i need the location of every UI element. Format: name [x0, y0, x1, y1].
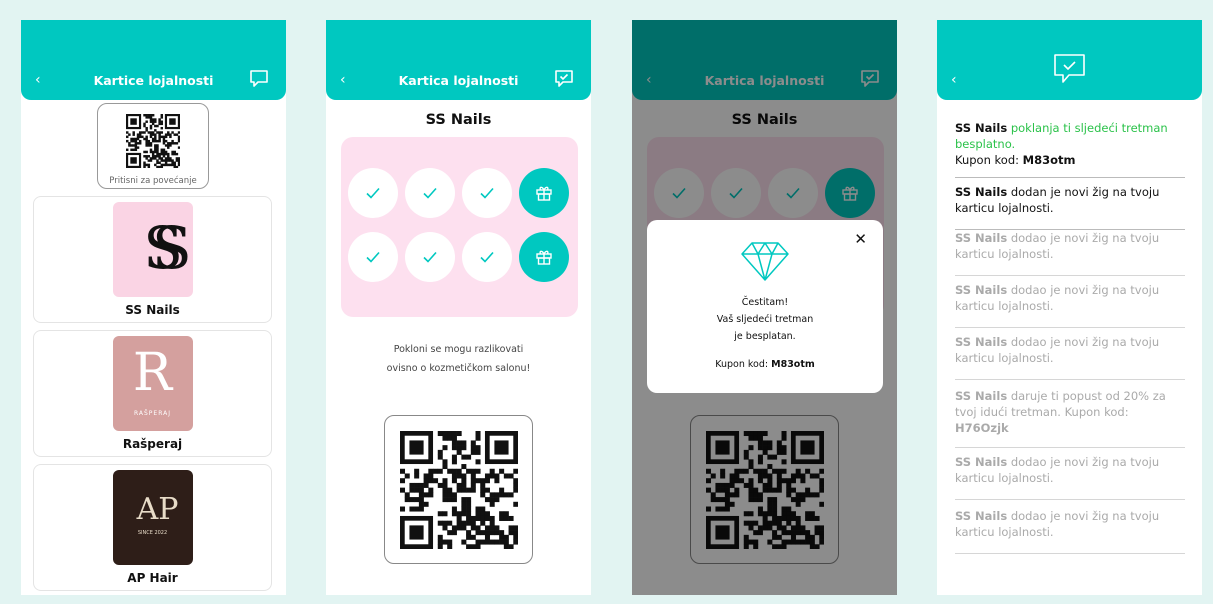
notification-salon: SS Nails	[955, 455, 1008, 469]
logo-subtext: RAŠPERAJ	[133, 410, 172, 417]
header: ‹ Kartice lojalnosti	[21, 20, 286, 100]
close-button[interactable]: ✕	[854, 230, 867, 248]
message-line: Čestitam!	[741, 297, 789, 308]
notification-item[interactable]: SS Nails poklanja ti sljedeći tretman be…	[955, 120, 1185, 178]
qr-code-icon	[399, 430, 518, 549]
ap-hair-logo: AP SINCE 2022	[112, 470, 193, 565]
notification-item[interactable]: SS Nails daruje ti popust od 20% za tvoj…	[955, 388, 1185, 448]
chat-check-icon[interactable]	[553, 68, 575, 90]
notification-item[interactable]: SS Nails dodao je novi žig na tvoju kart…	[955, 508, 1185, 554]
loyalty-card-rasperaj[interactable]: R RAŠPERAJ Rašperaj	[33, 330, 272, 457]
notification-item[interactable]: SS Nails dodao je novi žig na tvoju kart…	[955, 282, 1185, 328]
card-name: AP Hair	[127, 571, 178, 585]
card-name: SS Nails	[125, 303, 180, 317]
page-title: Kartice lojalnosti	[93, 73, 214, 88]
logo-text: AP	[136, 492, 179, 527]
gift-stamp	[519, 232, 569, 282]
qr-code[interactable]	[384, 415, 533, 564]
notification-item[interactable]: SS Nails dodao je novi žig na tvoju kart…	[955, 334, 1185, 380]
coupon-value: M83otm	[1022, 153, 1076, 167]
check-icon	[366, 187, 380, 199]
notification-item[interactable]: SS Nails dodao je novi žig na tvoju kart…	[955, 454, 1185, 500]
logo-text: SS	[143, 214, 191, 282]
card-name: Rašperaj	[122, 437, 183, 451]
notification-salon: SS Nails	[955, 231, 1008, 245]
notification-salon: SS Nails	[955, 185, 1008, 199]
stamp-grid	[341, 137, 578, 317]
rasperaj-logo: R RAŠPERAJ	[112, 336, 193, 431]
check-stamp	[348, 168, 398, 218]
check-stamp	[405, 232, 455, 282]
coupon-code: Kupon kod: M83otm	[647, 359, 883, 370]
diamond-icon	[741, 242, 789, 281]
qr-caption: Pritisni za povećanje	[109, 176, 197, 186]
check-stamp	[462, 168, 512, 218]
page-title: Kartica lojalnosti	[398, 73, 519, 88]
notification-salon: SS Nails	[955, 389, 1008, 403]
check-icon	[480, 187, 494, 199]
ss-nails-logo: SS	[112, 202, 193, 297]
logo-text: R	[132, 343, 173, 403]
notification-salon: SS Nails	[955, 283, 1008, 297]
check-stamp	[405, 168, 455, 218]
check-stamp	[348, 232, 398, 282]
check-icon	[480, 251, 494, 263]
coupon-label: Kupon kod:	[955, 153, 1023, 167]
check-icon	[423, 187, 437, 199]
notification-item[interactable]: SS Nails dodao je novi žig na tvoju kart…	[955, 230, 1185, 276]
notification-salon: SS Nails	[955, 509, 1008, 523]
screen-loyalty-card-detail: ‹ Kartica lojalnosti SS Nails Pokloni se…	[326, 20, 591, 595]
reward-modal: ✕ Čestitam! Vaš sljedeći tretman je besp…	[647, 220, 883, 393]
coupon-label: Kupon kod:	[715, 359, 769, 370]
header: ‹ Kartica lojalnosti	[326, 20, 591, 100]
loyalty-card-ap-hair[interactable]: AP SINCE 2022 AP Hair	[33, 464, 272, 591]
screen-loyalty-cards: ‹ Kartice lojalnosti Pritisni za povećan…	[21, 20, 286, 595]
notification-salon: SS Nails	[955, 121, 1008, 135]
chat-icon[interactable]	[248, 68, 270, 90]
gift-stamp	[519, 168, 569, 218]
qr-code-icon	[126, 114, 181, 169]
loyalty-card-ss-nails[interactable]: SS SS Nails	[33, 196, 272, 323]
screen-reward-modal: ‹ Kartica lojalnosti SS Nails ✕ Čestitam…	[632, 20, 897, 595]
message-line: Vaš sljedeći tretman	[716, 314, 814, 325]
gift-icon	[536, 250, 552, 265]
chat-check-icon	[1054, 54, 1085, 83]
screen-notifications: ‹ SS Nails poklanja ti sljedeći tretman …	[937, 20, 1202, 595]
qr-code-preview[interactable]: Pritisni za povećanje	[97, 103, 209, 189]
notification-salon: SS Nails	[955, 335, 1008, 349]
check-stamp	[462, 232, 512, 282]
check-icon	[366, 251, 380, 263]
salon-name: SS Nails	[425, 112, 492, 128]
check-icon	[423, 251, 437, 263]
modal-message: Čestitam! Vaš sljedeći tretman je bespla…	[647, 294, 883, 345]
gift-note: Pokloni se mogu razlikovati ovisno o koz…	[386, 344, 531, 374]
logo-subtext: SINCE 2022	[137, 530, 168, 536]
gift-icon	[536, 186, 552, 201]
notification-item[interactable]: SS Nails dodan je novi žig na tvoju kart…	[955, 184, 1185, 230]
coupon-value: H76Ozjk	[955, 421, 1009, 435]
back-button[interactable]: ‹	[951, 72, 957, 88]
header: ‹	[937, 20, 1202, 100]
coupon-value: M83otm	[771, 359, 815, 370]
message-line: je besplatan.	[734, 331, 796, 342]
